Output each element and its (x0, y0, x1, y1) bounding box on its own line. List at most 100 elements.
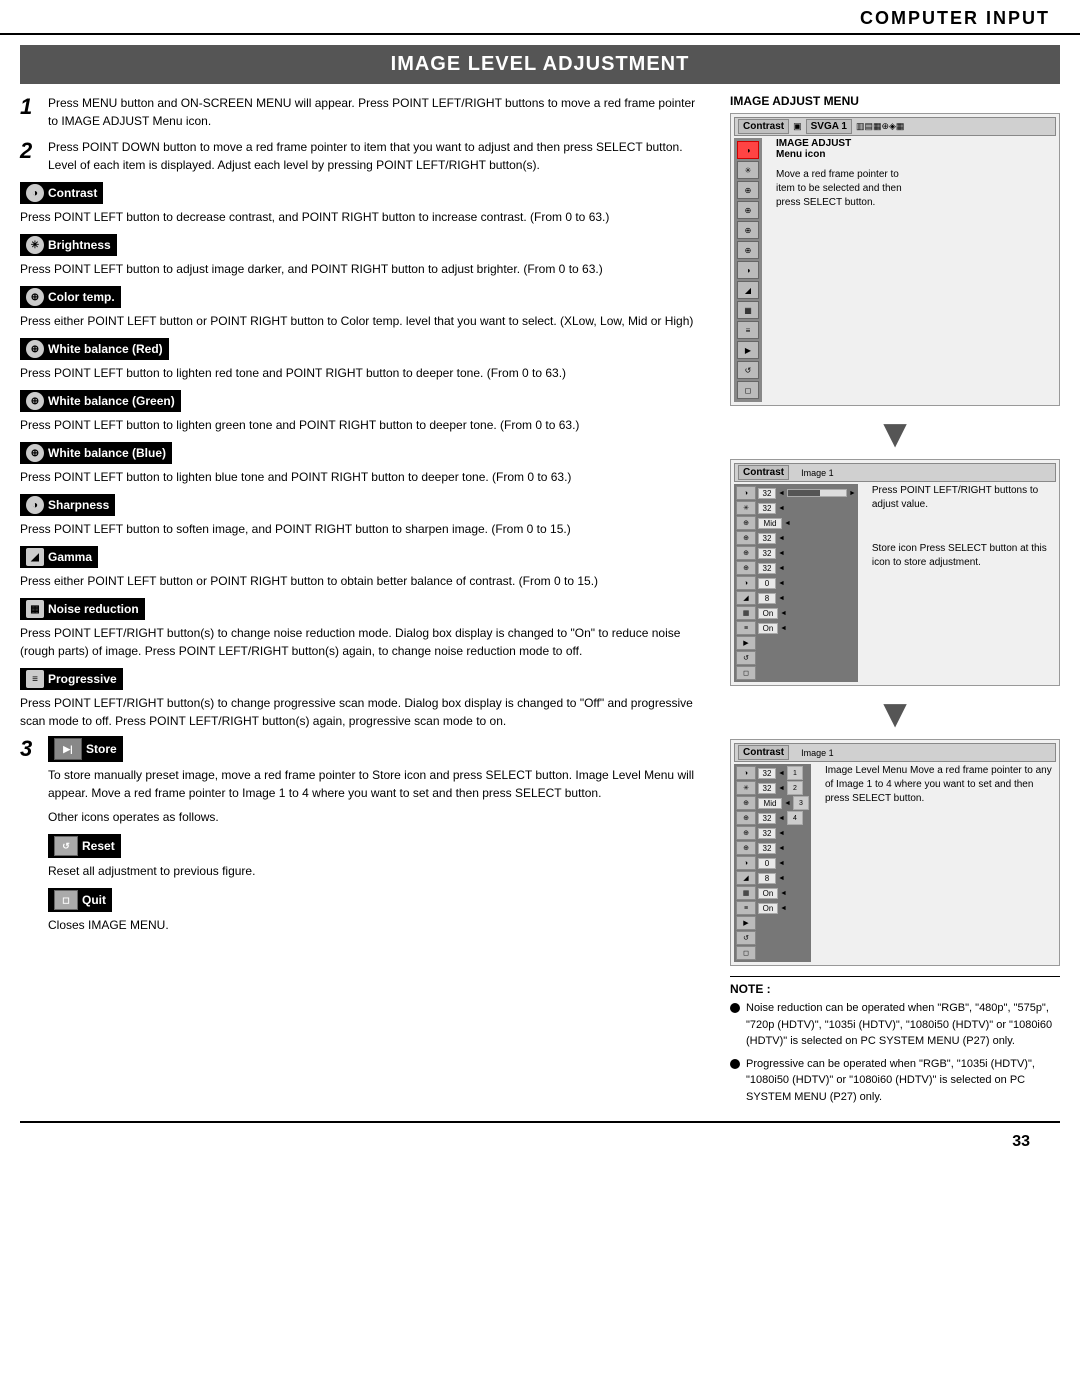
ili3-contrast-icon: ◑ (736, 766, 756, 780)
menu-bar-image-1-3: Image 1 (801, 748, 834, 758)
wb-blue-body: Press POINT LEFT button to lighten blue … (20, 468, 700, 486)
ili3-prog-icon: ≡ (736, 901, 756, 915)
panel-annotation-2: ◑ 32 ◄ ► ✳ 32 ◄ (734, 484, 1056, 682)
gamma-body: Press either POINT LEFT button or POINT … (20, 572, 700, 590)
ili-store: ▶ (736, 636, 856, 650)
step-3: 3 ▶| Store To store manually preset imag… (20, 736, 700, 940)
menu-icon-colortemp: ⊕ (737, 181, 759, 199)
note-section: NOTE : Noise reduction can be operated w… (730, 976, 1060, 1105)
ili3-arr: ◄ (778, 770, 785, 777)
ili-contrast-arr-r: ► (849, 490, 856, 497)
bullet-2 (730, 1059, 740, 1069)
menu-screenshot-2: Contrast Image 1 ◑ 32 ◄ ► (730, 459, 1060, 686)
menu-icon-wbb: ⊕ (737, 241, 759, 259)
store-icon-annotation: Store icon Press SELECT button at this i… (872, 542, 1056, 570)
color-temp-label-text: Color temp. (48, 290, 115, 304)
ili-contrast-arr-l: ◄ (778, 490, 785, 497)
ili-noise: ▦ On ◄ (736, 606, 856, 620)
step-2-number: 2 (20, 138, 40, 164)
menu-icon-quit: ◻ (737, 381, 759, 399)
ili-progressive-val: On (758, 623, 778, 634)
wb-blue-icon: ⊕ (26, 444, 44, 462)
page-header: COMPUTER INPUT (0, 0, 1080, 35)
image-level-icons-2: ◑ 32 ◄ 1 ✳ 32 ◄ 2 ⊕ Mi (734, 764, 811, 962)
ili3-brightness: ✳ 32 ◄ 2 (736, 781, 809, 795)
ili-noise-val: On (758, 608, 778, 619)
menu-icon-store: ▶ (737, 341, 759, 359)
arrow-down-2: ▼ (730, 694, 1060, 734)
brightness-icon: ✳ (26, 236, 44, 254)
ili-wbb-arr-l: ◄ (778, 565, 785, 572)
step-3-number: 3 (20, 736, 40, 762)
other-icons-text: Other icons operates as follows. (48, 808, 700, 826)
ili3-wbr-icon: ⊕ (736, 811, 756, 825)
ili-wbr-arr-l: ◄ (778, 535, 785, 542)
ili3-noise: ▦ On ◄ (736, 886, 809, 900)
ili-colortemp-val: Mid (758, 518, 782, 529)
ili-brightness-arr-l: ◄ (778, 505, 785, 512)
reset-label: ↺ Reset (48, 834, 121, 858)
ili-colortemp-arr-l: ◄ (784, 520, 791, 527)
step-1-number: 1 (20, 94, 40, 120)
reset-icon: ↺ (54, 836, 78, 856)
wb-green-icon: ⊕ (26, 392, 44, 410)
ili-colortemp: ⊕ Mid ◄ (736, 516, 856, 530)
ili3-extra-4: 4 (787, 811, 803, 825)
ili-sharpness-icon: ◑ (736, 576, 756, 590)
menu-bar-svga: SVGA 1 (806, 119, 852, 134)
note-title: NOTE : (730, 982, 1060, 996)
ili3-wbb-arr: ◄ (778, 845, 785, 852)
ili-wbb-icon: ⊕ (736, 561, 756, 575)
ili-gamma: ◢ 8 ◄ (736, 591, 856, 605)
image-adjust-menu-title: IMAGE ADJUST MENU (730, 94, 1060, 108)
quit-label-text: Quit (82, 893, 106, 907)
right-annotation-2: Press POINT LEFT/RIGHT buttons to adjust… (872, 484, 1056, 570)
press-point-lr-text: Press POINT LEFT/RIGHT buttons to adjust… (872, 484, 1056, 512)
wb-green-label-text: White balance (Green) (48, 394, 175, 408)
ili-contrast-icon: ◑ (736, 486, 756, 500)
ili-wbg-arr-l: ◄ (778, 550, 785, 557)
wb-red-body: Press POINT LEFT button to lighten red t… (20, 364, 700, 382)
right-annotation-1: IMAGE ADJUSTMenu icon Move a red frame p… (776, 138, 902, 210)
ili3-ct-arr: ◄ (784, 800, 791, 807)
ili-noise-icon: ▦ (736, 606, 756, 620)
menu-image-level-col: ◑ 32 ◄ 1 ✳ 32 ◄ 2 ⊕ Mi (734, 764, 811, 962)
ili-contrast: ◑ 32 ◄ ► (736, 486, 856, 500)
ili3-wbr-val: 32 (758, 813, 776, 824)
note-1-text: Noise reduction can be operated when "RG… (746, 1000, 1060, 1050)
ili3-sharpness-arr: ◄ (778, 860, 785, 867)
ili-sharpness: ◑ 0 ◄ (736, 576, 856, 590)
ili3-wbg-arr: ◄ (778, 830, 785, 837)
wb-red-section: ⊕ White balance (Red) Press POINT LEFT b… (20, 338, 700, 382)
ili-wbr-icon: ⊕ (736, 531, 756, 545)
ili-brightness: ✳ 32 ◄ (736, 501, 856, 515)
ili3-wbg: ⊕ 32 ◄ (736, 826, 809, 840)
main-content: 1 Press MENU button and ON-SCREEN MENU w… (0, 94, 1080, 1111)
menu-bar-image-1: Image 1 (801, 468, 834, 478)
arrow-down-1: ▼ (730, 414, 1060, 454)
ili3-colortemp: ⊕ Mid ◄ 3 (736, 796, 809, 810)
menu-bar-3: Contrast Image 1 (734, 743, 1056, 762)
quit-body: Closes IMAGE MENU. (48, 916, 700, 934)
store-label-text: Store (86, 742, 117, 756)
ili3-contrast-val: 32 (758, 768, 776, 779)
menu-bar-icon1: ▣ (793, 121, 802, 132)
ili-contrast-val: 32 (758, 488, 776, 499)
gamma-icon: ◢ (26, 548, 44, 566)
ili3-prog: ≡ On ◄ (736, 901, 809, 915)
ili3-gamma-arr: ◄ (778, 875, 785, 882)
ili-sharpness-val: 0 (758, 578, 776, 589)
sharpness-icon: ◑ (26, 496, 44, 514)
ili3-prog-val: On (758, 903, 778, 914)
ili3-gamma-val: 8 (758, 873, 776, 884)
ili3-colortemp-val: Mid (758, 798, 782, 809)
red-frame-pointer-text: Move a red frame pointer toitem to be se… (776, 168, 902, 210)
ili3-wbg-val: 32 (758, 828, 776, 839)
ili-reset-icon: ↺ (736, 651, 756, 665)
quit-icon: ◻ (54, 890, 78, 910)
page-title: IMAGE LEVEL ADJUSTMENT (20, 45, 1060, 84)
ili3-sharpness: ◑ 0 ◄ (736, 856, 809, 870)
menu-icon-wbr: ⊕ (737, 201, 759, 219)
contrast-body: Press POINT LEFT button to decrease cont… (20, 208, 700, 226)
menu-bar-1: Contrast ▣ SVGA 1 ▥▤▦⊕◈▦ (734, 117, 1056, 136)
